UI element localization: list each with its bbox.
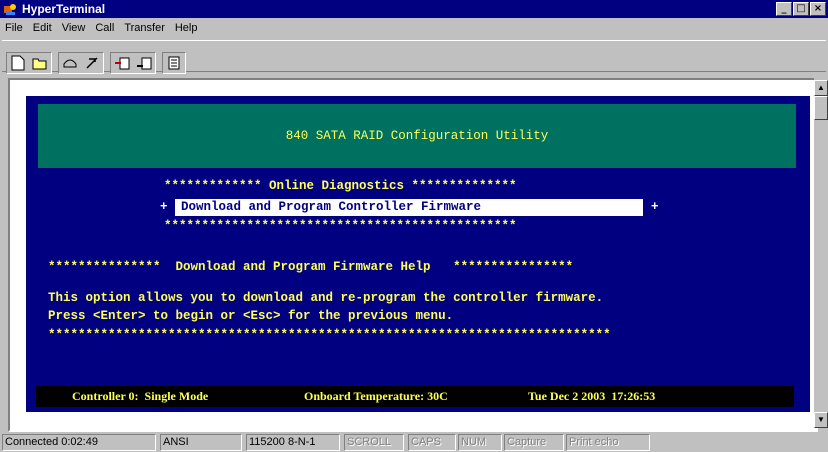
toolbar: [2, 40, 826, 74]
scroll-indicator: SCROLL: [344, 434, 404, 451]
connect-icon[interactable]: [59, 53, 81, 73]
menu-left-marker: +: [160, 200, 168, 214]
menu-item-download-firmware[interactable]: Download and Program Controller Firmware: [175, 199, 643, 216]
toolbar-group-call: [58, 52, 104, 74]
minimize-button[interactable]: _: [776, 2, 792, 16]
onboard-temperature: Onboard Temperature: 30C: [304, 389, 448, 403]
disconnect-icon[interactable]: [81, 53, 103, 73]
utility-title: 840 SATA RAID Configuration Utility: [285, 129, 549, 143]
controller-status-bar: Controller 0: Single Mode Onboard Temper…: [36, 386, 794, 407]
properties-icon[interactable]: [163, 53, 185, 73]
date-time: Tue Dec 2 2003 17:26:53: [528, 389, 656, 403]
receive-icon[interactable]: [133, 53, 155, 73]
diagnostics-title-line: ************* Online Diagnostics *******…: [164, 179, 517, 193]
toolbar-group-properties: [162, 52, 186, 74]
controller-mode: Controller 0: Single Mode: [72, 389, 209, 403]
help-text-line-2: Press <Enter> to begin or <Esc> for the …: [48, 309, 454, 323]
hyperterminal-icon: [4, 4, 16, 15]
title-bar: HyperTerminal _ □ ×: [0, 0, 828, 18]
status-bar: Connected 0:02:49 ANSI 115200 8-N-1 SCRO…: [0, 432, 828, 452]
menu-bar: File Edit View Call Transfer Help: [0, 19, 828, 37]
new-icon[interactable]: [7, 53, 29, 73]
menu-right-marker: +: [651, 200, 659, 214]
utility-header: 840 SATA RAID Configuration Utility: [38, 104, 796, 168]
menu-call[interactable]: Call: [90, 22, 119, 34]
menu-transfer[interactable]: Transfer: [119, 22, 170, 34]
maximize-button[interactable]: □: [793, 2, 809, 16]
close-button[interactable]: ×: [810, 2, 826, 16]
open-icon[interactable]: [29, 53, 51, 73]
help-bottom-line: ****************************************…: [48, 328, 611, 342]
menu-file[interactable]: File: [0, 22, 28, 34]
window-controls: _ □ ×: [775, 2, 826, 16]
diagnostics-bottom-line: ****************************************…: [164, 219, 517, 233]
scroll-down-icon[interactable]: ▼: [814, 412, 828, 428]
caps-indicator: CAPS: [408, 434, 456, 451]
toolbar-group-transfer: [110, 52, 156, 74]
menu-help[interactable]: Help: [170, 22, 203, 34]
help-title-line: *************** Download and Program Fir…: [48, 260, 574, 274]
terminal-screen[interactable]: 840 SATA RAID Configuration Utility ****…: [26, 96, 810, 412]
window-title: HyperTerminal: [22, 2, 106, 16]
help-text-line-1: This option allows you to download and r…: [48, 291, 604, 305]
toolbar-group-file: [6, 52, 52, 74]
num-indicator: NUM: [458, 434, 502, 451]
capture-indicator: Capture: [504, 434, 564, 451]
print-echo-indicator: Print echo: [566, 434, 650, 451]
send-icon[interactable]: [111, 53, 133, 73]
connection-time: Connected 0:02:49: [2, 434, 156, 451]
menu-view[interactable]: View: [57, 22, 91, 34]
vertical-scrollbar[interactable]: ▲ ▼: [814, 78, 828, 428]
scroll-up-icon[interactable]: ▲: [814, 80, 828, 96]
port-settings: 115200 8-N-1: [246, 434, 340, 451]
scroll-thumb[interactable]: [814, 96, 828, 120]
menu-edit[interactable]: Edit: [28, 22, 57, 34]
emulation-type: ANSI: [160, 434, 242, 451]
